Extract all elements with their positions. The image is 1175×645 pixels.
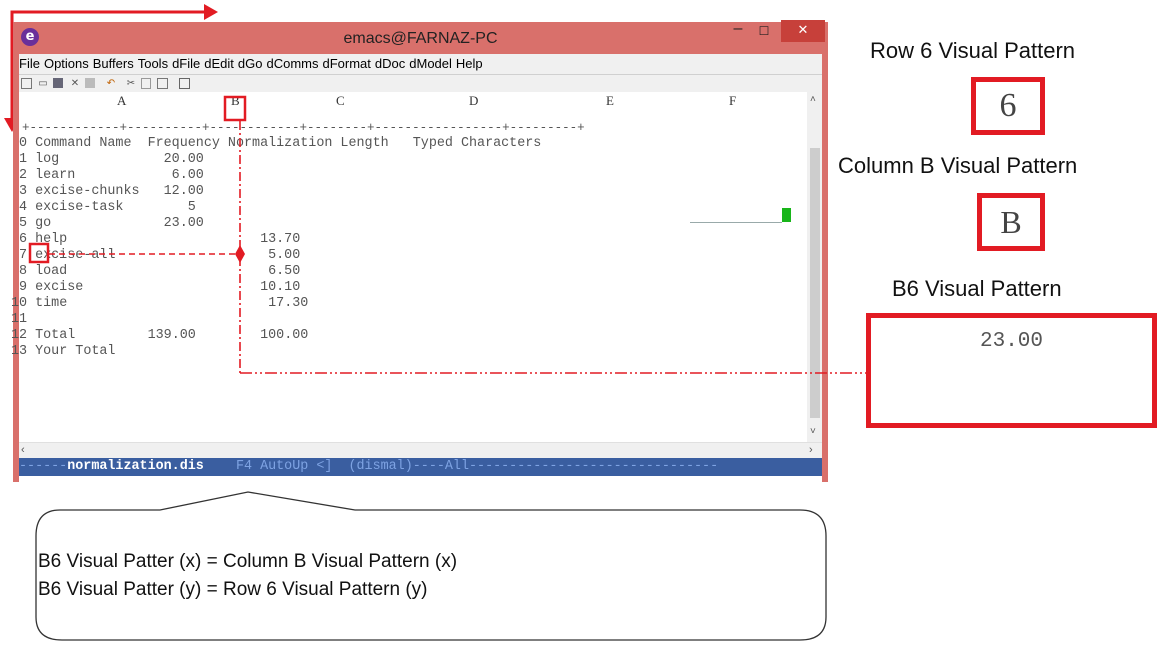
row6-value: 6	[999, 87, 1017, 124]
callout-line-1: B6 Visual Patter (x) = Column B Visual P…	[38, 551, 458, 572]
row6-box: 6	[971, 77, 1045, 135]
b6-value: 23.00	[979, 330, 1043, 353]
colb-value: B	[1000, 204, 1022, 240]
b6-box: 23.00	[866, 313, 1157, 428]
callout-line-2: B6 Visual Patter (y) = Row 6 Visual Patt…	[38, 579, 428, 600]
colb-box: B	[977, 193, 1045, 251]
row6-title: Row 6 Visual Pattern	[870, 38, 1076, 63]
callout-text: B6 Visual Patter (x) = Column B Visual P…	[38, 548, 457, 604]
colb-title: Column B Visual Pattern	[838, 153, 1078, 178]
b6-title: B6 Visual Pattern	[892, 276, 1062, 301]
